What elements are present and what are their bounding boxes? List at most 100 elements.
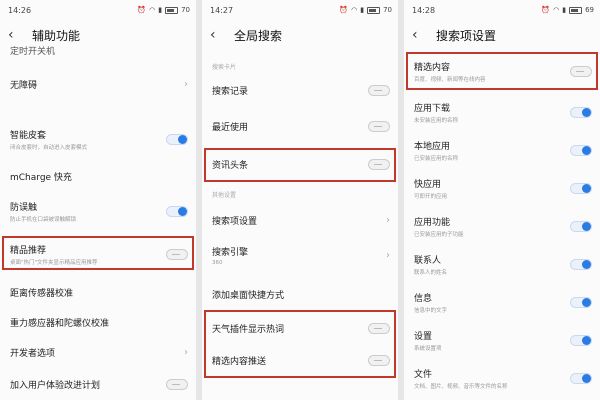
battery-level: 69	[585, 6, 594, 14]
battery-icon	[569, 6, 583, 14]
row-files[interactable]: 文件 文档、图片、视频、音乐等文件的名称	[404, 364, 600, 392]
row-title: 防误触	[10, 202, 38, 213]
row-title: 精选内容	[414, 62, 451, 73]
row-title: 应用下载	[414, 103, 451, 114]
featured-recommend-toggle[interactable]	[166, 248, 188, 260]
status-time: 14:27	[210, 5, 234, 15]
row-local-apps[interactable]: 本地应用 已安装应用的名称	[404, 136, 600, 164]
featured-content-toggle[interactable]	[570, 65, 592, 77]
messages-toggle[interactable]	[570, 296, 592, 308]
status-bar: 14:26 ⏰ ◠ ▮ 70	[0, 0, 196, 20]
row-quick-apps[interactable]: 快应用 可即开的应用	[404, 174, 600, 202]
row-subtitle: 信息中的文字	[414, 307, 448, 314]
row-subtitle: 百度、视频、新闻等在线内容	[414, 76, 486, 83]
status-time: 14:26	[8, 5, 32, 15]
row-title: 精选内容推送	[212, 356, 267, 367]
back-arrow-icon[interactable]: ‹	[412, 28, 426, 42]
section-label: 其他设置	[212, 192, 237, 199]
row-title: 联系人	[414, 255, 442, 266]
row-subtitle: 已安装应用的名称	[414, 155, 459, 162]
row-subtitle: 360	[212, 259, 223, 266]
row-title: 本地应用	[414, 141, 451, 152]
files-toggle[interactable]	[570, 372, 592, 384]
row-title: 开发者选项	[10, 348, 56, 359]
settings-toggle[interactable]	[570, 334, 592, 346]
row-mcharge: mCharge 快充	[0, 164, 196, 188]
smart-cover-toggle[interactable]	[166, 133, 188, 145]
row-title: 无障碍	[10, 80, 38, 91]
row-featured-push[interactable]: 精选内容推送	[202, 348, 398, 372]
row-title: mCharge 快充	[10, 172, 72, 183]
row-subtitle: 已安装应用的子功能	[414, 231, 464, 238]
featured-push-toggle[interactable]	[368, 354, 390, 366]
news-headlines-toggle[interactable]	[368, 158, 390, 170]
row-subtitle: 联系人的姓名	[414, 269, 448, 276]
recently-used-toggle[interactable]	[368, 120, 390, 132]
local-apps-toggle[interactable]	[570, 144, 592, 156]
signal-icon: ▮	[562, 6, 567, 14]
search-history-toggle[interactable]	[368, 84, 390, 96]
row-title: 应用功能	[414, 217, 451, 228]
section-label: 搜索卡片	[212, 64, 237, 71]
row-messages[interactable]: 信息 信息中的文字	[404, 288, 600, 316]
row-gravity-calibration[interactable]: 重力感应器和陀螺仪校准	[0, 310, 196, 334]
chevron-right-icon: ›	[386, 214, 390, 226]
row-subtitle: 桌面"热门"文件夹显示精品应用推荐	[10, 259, 98, 266]
row-contacts[interactable]: 联系人 联系人的姓名	[404, 250, 600, 278]
battery-level: 70	[383, 6, 392, 14]
row-search-engine[interactable]: 搜索引擎 360 ›	[202, 240, 398, 270]
row-subtitle: 系统设置项	[414, 345, 442, 352]
row-subtitle: 未安装应用的名称	[414, 117, 459, 124]
row-title: 精品推荐	[10, 245, 47, 256]
battery-icon	[165, 6, 179, 14]
row-title: 智能皮套	[10, 130, 47, 141]
weather-hotwords-toggle[interactable]	[368, 322, 390, 334]
row-search-item-settings[interactable]: 搜索项设置 ›	[202, 208, 398, 232]
wifi-icon: ◠	[553, 6, 560, 14]
row-developer-options[interactable]: 开发者选项 ›	[0, 340, 196, 364]
screen-global-search: 14:27 ⏰ ◠ ▮ 70 ‹ 全局搜索 搜索卡片 搜索记录 最近使用 资讯头…	[202, 0, 398, 400]
status-icons: ⏰ ◠ ▮ 69	[541, 6, 594, 14]
row-title: 天气插件显示热词	[212, 324, 285, 335]
row-featured-recommend[interactable]: 精品推荐 桌面"热门"文件夹显示精品应用推荐	[0, 240, 196, 268]
screen-search-item-settings: 14:28 ⏰ ◠ ▮ 69 ‹ 搜索项设置 精选内容 百度、视频、新闻等在线内…	[404, 0, 600, 400]
row-accessibility[interactable]: 无障碍 ›	[0, 72, 196, 96]
settings-list: 精选内容 百度、视频、新闻等在线内容 应用下载 未安装应用的名称 本地应用 已安…	[404, 50, 600, 400]
row-title: 文件	[414, 369, 433, 380]
row-search-history[interactable]: 搜索记录	[202, 78, 398, 102]
app-functions-toggle[interactable]	[570, 220, 592, 232]
row-ux-program[interactable]: 加入用户体验改进计划	[0, 372, 196, 396]
row-featured-content[interactable]: 精选内容 百度、视频、新闻等在线内容	[404, 56, 600, 86]
row-weather-hotwords[interactable]: 天气插件显示热词	[202, 316, 398, 340]
page-title: 全局搜索	[234, 28, 283, 43]
row-app-download[interactable]: 应用下载 未安装应用的名称	[404, 98, 600, 126]
row-title: 距离传感器校准	[10, 288, 74, 299]
row-add-shortcut[interactable]: 添加桌面快捷方式	[202, 282, 398, 306]
back-arrow-icon[interactable]: ‹	[8, 28, 22, 42]
row-subtitle: 闭合皮套时，自动进入皮套模式	[10, 144, 88, 151]
settings-list: 搜索卡片 搜索记录 最近使用 资讯头条 其他设置 搜索项设置 › 搜索引擎 36…	[202, 50, 398, 400]
back-arrow-icon[interactable]: ‹	[210, 28, 224, 42]
wifi-icon: ◠	[149, 6, 156, 14]
screens-container: 14:26 ⏰ ◠ ▮ 70 ‹ 辅助功能 定时开关机 无障碍 › 智能皮套 闭…	[0, 0, 600, 400]
quick-apps-toggle[interactable]	[570, 182, 592, 194]
alarm-icon: ⏰	[339, 6, 349, 14]
row-proximity-calibration[interactable]: 距离传感器校准	[0, 280, 196, 304]
row-anti-mistouch[interactable]: 防误触 防止手机在口袋被误触解锁	[0, 198, 196, 224]
row-app-functions[interactable]: 应用功能 已安装应用的子功能	[404, 212, 600, 240]
row-title: 设置	[414, 331, 433, 342]
row-settings[interactable]: 设置 系统设置项	[404, 326, 600, 354]
row-title: 资讯头条	[212, 160, 249, 171]
row-smart-cover[interactable]: 智能皮套 闭合皮套时，自动进入皮套模式	[0, 126, 196, 152]
row-news-headlines[interactable]: 资讯头条	[202, 152, 398, 176]
row-recently-used[interactable]: 最近使用	[202, 114, 398, 138]
anti-mistouch-toggle[interactable]	[166, 205, 188, 217]
row-subtitle: 防止手机在口袋被误触解锁	[10, 216, 77, 223]
ux-program-toggle[interactable]	[166, 378, 188, 390]
signal-icon: ▮	[360, 6, 365, 14]
status-bar: 14:27 ⏰ ◠ ▮ 70	[202, 0, 398, 20]
status-icons: ⏰ ◠ ▮ 70	[339, 6, 392, 14]
app-download-toggle[interactable]	[570, 106, 592, 118]
contacts-toggle[interactable]	[570, 258, 592, 270]
screen-accessibility: 14:26 ⏰ ◠ ▮ 70 ‹ 辅助功能 定时开关机 无障碍 › 智能皮套 闭…	[0, 0, 196, 400]
